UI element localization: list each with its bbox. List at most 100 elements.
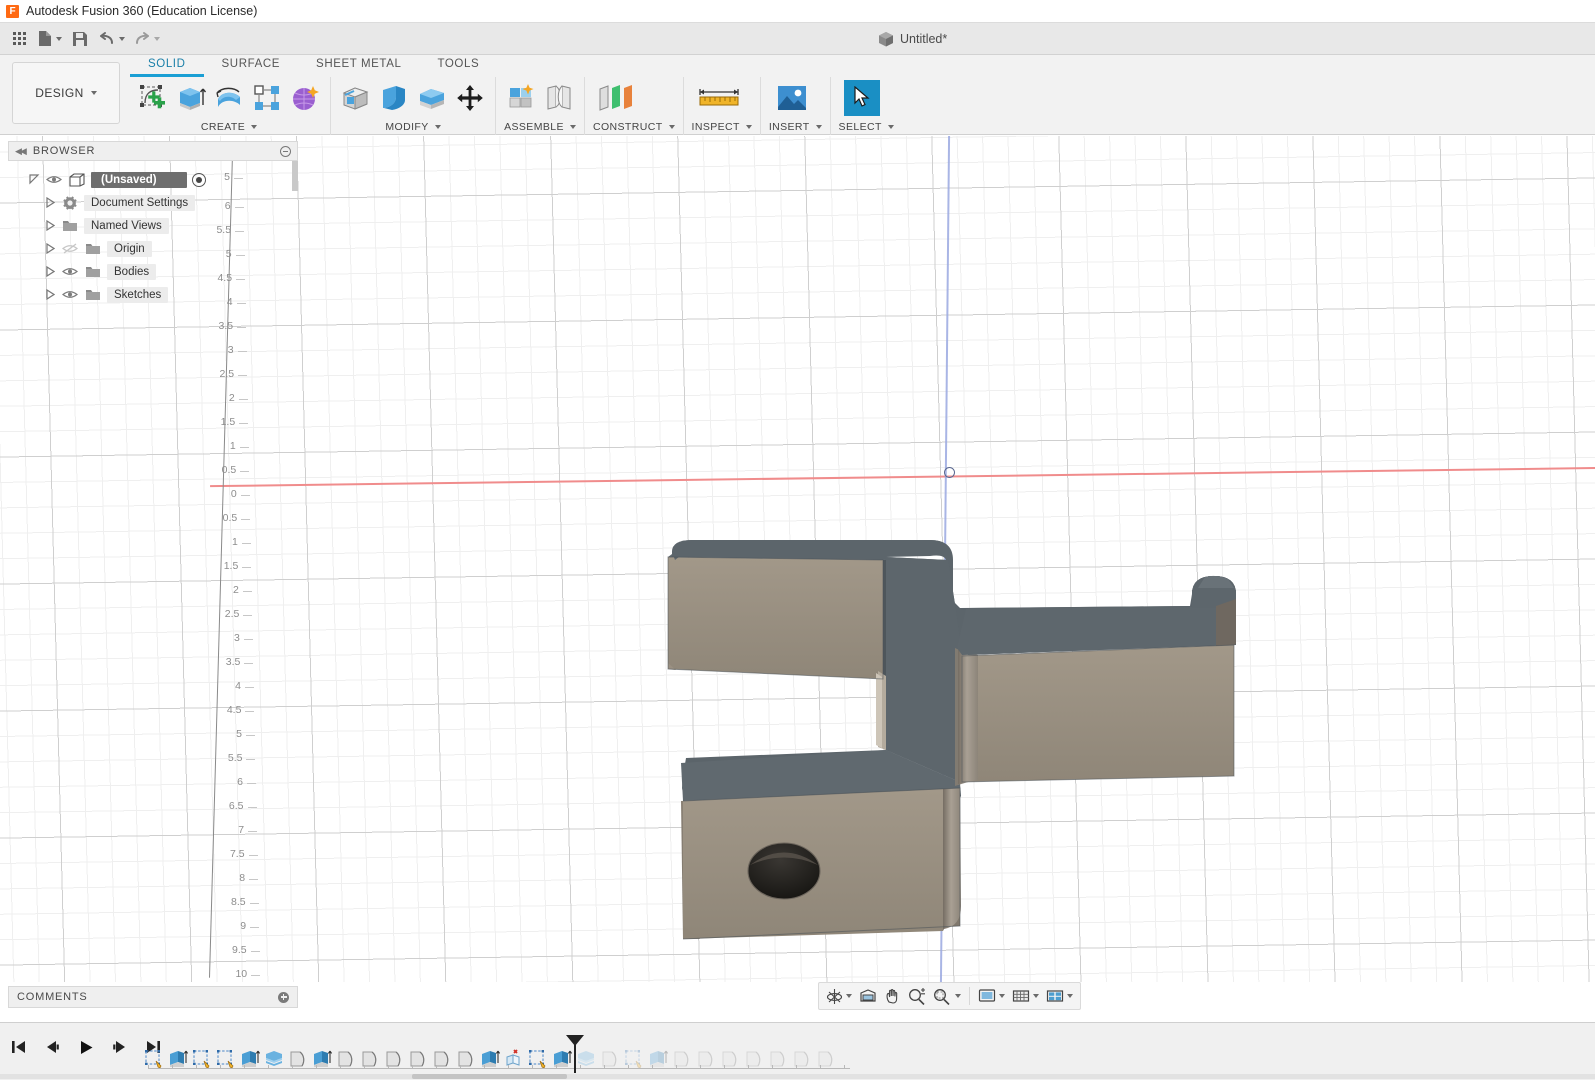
panel-inspect-label[interactable]: INSPECT xyxy=(692,119,752,135)
timeline-feature-fillet[interactable] xyxy=(598,1043,622,1075)
timeline-feature-shell[interactable] xyxy=(262,1043,286,1075)
timeline-feature-sketch[interactable] xyxy=(190,1043,214,1075)
timeline-feature-fillet[interactable] xyxy=(814,1043,838,1075)
save-button[interactable] xyxy=(67,26,93,52)
document-tab[interactable]: Untitled* xyxy=(870,26,955,52)
pan-button[interactable] xyxy=(881,984,904,1008)
visibility-eye-off-icon[interactable] xyxy=(61,243,79,254)
timeline-feature-sketch[interactable] xyxy=(142,1043,166,1075)
timeline-step-back-button[interactable] xyxy=(42,1037,62,1057)
timeline-feature-sketch[interactable] xyxy=(526,1043,550,1075)
press-pull-tool[interactable] xyxy=(339,80,373,116)
twisty-collapsed-icon[interactable] xyxy=(44,220,56,232)
timeline-feature-fillet[interactable] xyxy=(286,1043,310,1075)
twisty-collapsed-icon[interactable] xyxy=(44,243,56,255)
panel-select-label[interactable]: SELECT xyxy=(839,119,894,135)
plus-circle-icon[interactable] xyxy=(278,991,289,1003)
file-button[interactable] xyxy=(34,26,65,52)
twisty-collapsed-icon[interactable] xyxy=(44,289,56,301)
revolve-tool[interactable] xyxy=(212,80,246,116)
workspace-switcher[interactable]: DESIGN xyxy=(12,62,120,124)
panel-create-label[interactable]: CREATE xyxy=(136,119,322,135)
tree-item-sketches[interactable]: Sketches xyxy=(8,283,298,306)
timeline-scroll-track[interactable] xyxy=(0,1074,1595,1079)
offset-plane-tool[interactable] xyxy=(593,80,639,116)
joint-tool[interactable] xyxy=(542,80,576,116)
timeline-scroll-thumb[interactable] xyxy=(412,1074,567,1079)
timeline-feature-sketch[interactable] xyxy=(214,1043,238,1075)
timeline-feature-sketch[interactable] xyxy=(622,1043,646,1075)
timeline-play-button[interactable] xyxy=(76,1037,96,1057)
timeline-feature-fillet[interactable] xyxy=(406,1043,430,1075)
timeline-feature-fillet[interactable] xyxy=(454,1043,478,1075)
timeline-feature-fillet[interactable] xyxy=(670,1043,694,1075)
panel-construct-label[interactable]: CONSTRUCT xyxy=(593,119,675,135)
ruler-tick-label: 4.5 xyxy=(226,704,242,716)
timeline-feature-fillet[interactable] xyxy=(358,1043,382,1075)
grid-snaps-button[interactable] xyxy=(1009,984,1042,1008)
twisty-collapsed-icon[interactable] xyxy=(44,266,56,278)
timeline-feature-extrude[interactable] xyxy=(310,1043,334,1075)
shell-tool[interactable] xyxy=(415,80,449,116)
display-settings-button[interactable] xyxy=(975,984,1008,1008)
create-sketch-tool[interactable] xyxy=(136,80,170,116)
timeline-begin-button[interactable] xyxy=(8,1037,28,1057)
timeline-feature-fillet[interactable] xyxy=(718,1043,742,1075)
panel-modify-label[interactable]: MODIFY xyxy=(339,119,487,135)
visibility-eye-icon[interactable] xyxy=(61,266,79,277)
timeline-feature-shell[interactable] xyxy=(574,1043,598,1075)
move-copy-tool[interactable] xyxy=(453,80,487,116)
timeline-feature-extrude[interactable] xyxy=(238,1043,262,1075)
viewports-button[interactable] xyxy=(1043,984,1076,1008)
tree-item-unsaved[interactable]: (Unsaved) xyxy=(8,168,298,191)
timeline-feature-fillet[interactable] xyxy=(430,1043,454,1075)
pattern-tool[interactable] xyxy=(250,80,284,116)
tab-surface[interactable]: SURFACE xyxy=(204,55,299,77)
tree-item-origin[interactable]: Origin xyxy=(8,237,298,260)
timeline-feature-extrude[interactable] xyxy=(550,1043,574,1075)
undo-button[interactable] xyxy=(95,26,128,52)
timeline-feature-extrude[interactable] xyxy=(478,1043,502,1075)
timeline-feature-fillet[interactable] xyxy=(694,1043,718,1075)
timeline-feature-extrude[interactable] xyxy=(166,1043,190,1075)
fillet-tool[interactable] xyxy=(377,80,411,116)
select-tool[interactable] xyxy=(839,80,885,116)
measure-tool[interactable] xyxy=(692,80,746,116)
comments-bar[interactable]: COMMENTS xyxy=(8,986,298,1008)
timeline-feature-fillet[interactable] xyxy=(742,1043,766,1075)
timeline-feature-fillet[interactable] xyxy=(790,1043,814,1075)
redo-button[interactable] xyxy=(130,26,163,52)
visibility-eye-icon[interactable] xyxy=(45,174,63,185)
minus-circle-icon[interactable] xyxy=(280,145,291,157)
timeline-feature-combine[interactable] xyxy=(502,1043,526,1075)
create-form-tool[interactable] xyxy=(288,80,322,116)
twisty-expanded-icon[interactable] xyxy=(28,174,40,186)
orbit-button[interactable] xyxy=(823,984,855,1008)
look-at-button[interactable] xyxy=(856,984,880,1008)
tab-tools[interactable]: TOOLS xyxy=(419,55,497,77)
timeline-feature-fillet[interactable] xyxy=(382,1043,406,1075)
extrude-tool[interactable] xyxy=(174,80,208,116)
timeline-marker[interactable] xyxy=(566,1035,584,1073)
panel-assemble-label[interactable]: ASSEMBLE xyxy=(504,119,576,135)
tree-item-named-views[interactable]: Named Views xyxy=(8,214,298,237)
insert-image-tool[interactable] xyxy=(769,80,815,116)
tree-item-bodies[interactable]: Bodies xyxy=(8,260,298,283)
chevron-double-left-icon[interactable]: ◀◀ xyxy=(15,146,27,157)
visibility-eye-icon[interactable] xyxy=(61,289,79,300)
app-grid-button[interactable] xyxy=(6,26,32,52)
tab-sheet-metal[interactable]: SHEET METAL xyxy=(298,55,419,77)
tab-solid[interactable]: SOLID xyxy=(130,55,204,77)
panel-insert-label[interactable]: INSERT xyxy=(769,119,822,135)
timeline-step-forward-button[interactable] xyxy=(110,1037,130,1057)
timeline-feature-fillet[interactable] xyxy=(334,1043,358,1075)
activate-component-radio[interactable] xyxy=(191,172,206,187)
twisty-collapsed-icon[interactable] xyxy=(44,197,56,209)
zoom-button[interactable] xyxy=(905,984,929,1008)
timeline-feature-fillet[interactable] xyxy=(766,1043,790,1075)
fit-button[interactable] xyxy=(930,984,964,1008)
panel-create: CREATE xyxy=(128,77,331,135)
new-component-tool[interactable] xyxy=(504,80,538,116)
timeline-feature-extrude[interactable] xyxy=(646,1043,670,1075)
tree-item-document-settings[interactable]: Document Settings xyxy=(8,191,298,214)
